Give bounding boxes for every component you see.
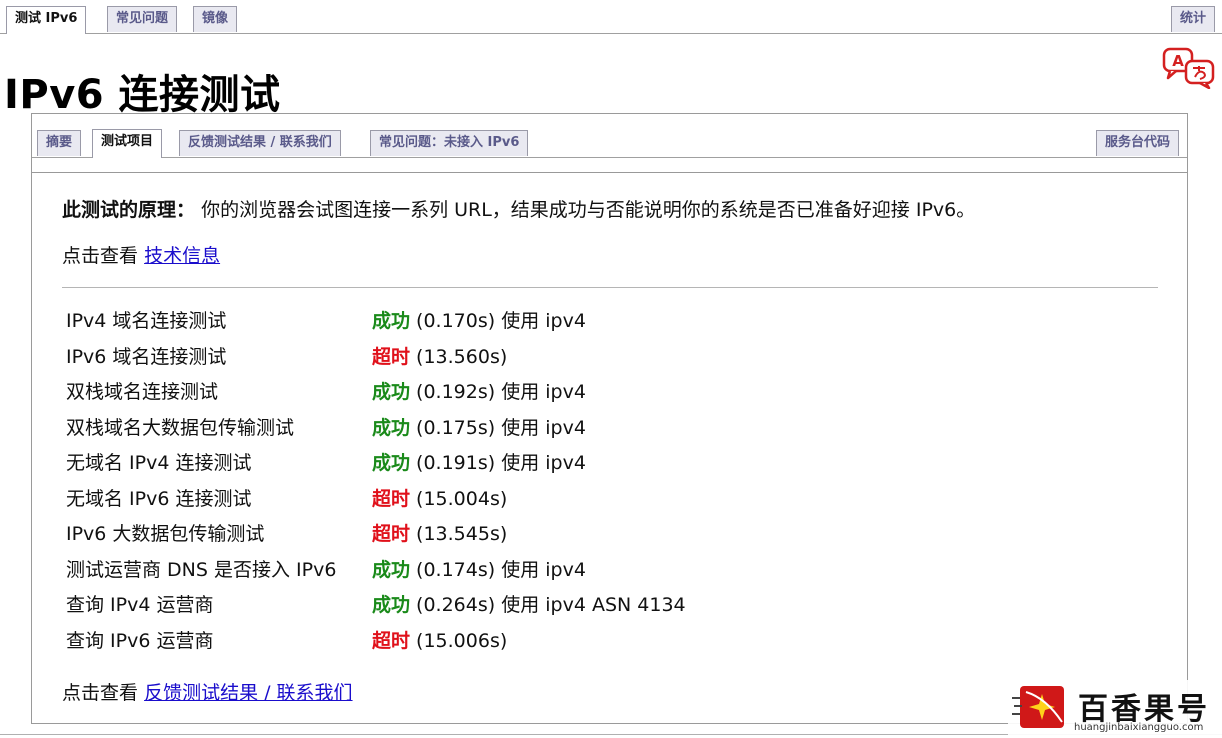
result-row: 双栈域名连接测试 成功 (0.192s) 使用 ipv4: [66, 373, 686, 409]
result-row: 无域名 IPv6 连接测试 超时 (15.004s): [66, 480, 686, 516]
result-test-name: 双栈域名连接测试: [66, 381, 219, 404]
principle-body: 你的浏览器会试图连接一系列 URL，结果成功与否能说明你的系统是否已准备好迎接 …: [201, 199, 976, 221]
result-detail: (0.264s) 使用 ipv4 ASN 4134: [410, 594, 686, 617]
result-test-name: 测试运营商 DNS 是否接入 IPv6: [66, 558, 337, 581]
result-status: 超时: [372, 345, 411, 368]
tab-helpdesk-code[interactable]: 服务台代码: [1095, 130, 1179, 156]
divider: [62, 287, 1158, 288]
tab-feedback[interactable]: 反馈测试结果 / 联系我们: [179, 130, 341, 156]
result-outcome: 超时 (15.006s): [372, 622, 686, 658]
result-status: 成功: [372, 416, 411, 439]
result-row: IPv6 大数据包传输测试 超时 (13.545s): [66, 515, 686, 551]
principle-label: 此测试的原理：: [62, 199, 196, 221]
result-outcome: 成功 (0.191s) 使用 ipv4: [372, 444, 686, 480]
watermark: 百香果号 huangjinbaixiangguo.com: [1008, 680, 1222, 738]
result-test-name: 查询 IPv6 运营商: [66, 629, 214, 652]
result-detail: (13.545s): [410, 523, 508, 546]
result-outcome: 超时 (15.004s): [372, 480, 686, 516]
result-detail: (0.191s) 使用 ipv4: [410, 452, 586, 475]
feedback-line: 点击查看 反馈测试结果 / 联系我们: [62, 679, 353, 707]
svg-text:A: A: [1172, 52, 1184, 70]
result-status: 成功: [372, 452, 411, 475]
tech-info-link[interactable]: 技术信息: [144, 245, 220, 267]
tab-mirror[interactable]: 镜像: [193, 6, 238, 32]
result-detail: (0.170s) 使用 ipv4: [410, 310, 586, 333]
result-detail: (15.004s): [410, 487, 508, 510]
result-outcome: 超时 (13.545s): [372, 515, 686, 551]
result-test-name: IPv6 大数据包传输测试: [66, 523, 265, 546]
result-outcome: 成功 (0.264s) 使用 ipv4 ASN 4134: [372, 586, 686, 622]
principle-text: 此测试的原理： 你的浏览器会试图连接一系列 URL，结果成功与否能说明你的系统是…: [62, 196, 1162, 224]
result-outcome: 成功 (0.175s) 使用 ipv4: [372, 409, 686, 445]
result-test-name: 双栈域名大数据包传输测试: [66, 416, 295, 439]
result-status: 成功: [372, 594, 411, 617]
result-test-name: 无域名 IPv6 连接测试: [66, 487, 252, 510]
result-detail: (0.192s) 使用 ipv4: [410, 381, 586, 404]
star-logo-icon: [1012, 686, 1064, 728]
result-status: 成功: [372, 558, 411, 581]
test-content: 此测试的原理： 你的浏览器会试图连接一系列 URL，结果成功与否能说明你的系统是…: [62, 196, 1162, 657]
result-outcome: 成功 (0.192s) 使用 ipv4: [372, 373, 686, 409]
tab-faq[interactable]: 常见问题: [107, 6, 178, 32]
tab-test-ipv6[interactable]: 测试 IPv6: [6, 6, 87, 34]
feedback-link[interactable]: 反馈测试结果 / 联系我们: [144, 682, 352, 704]
result-detail: (13.560s): [410, 345, 508, 368]
result-row: 无域名 IPv4 连接测试 成功 (0.191s) 使用 ipv4: [66, 444, 686, 480]
watermark-url: huangjinbaixiangguo.com: [1074, 722, 1204, 733]
translate-icon[interactable]: A: [1162, 47, 1216, 89]
result-status: 超时: [372, 629, 411, 652]
top-tab-bar: 测试 IPv6 常见问题 镜像 统计: [0, 0, 1222, 34]
result-row: 测试运营商 DNS 是否接入 IPv6 成功 (0.174s) 使用 ipv4: [66, 551, 686, 587]
result-row: IPv4 域名连接测试 成功 (0.170s) 使用 ipv4: [66, 302, 686, 338]
result-status: 成功: [372, 381, 411, 404]
test-panel: 摘要 测试项目 反馈测试结果 / 联系我们 常见问题：未接入 IPv6 服务台代…: [31, 113, 1188, 724]
result-row: IPv6 域名连接测试 超时 (13.560s): [66, 338, 686, 374]
tab-summary[interactable]: 摘要: [37, 130, 82, 156]
page-title: IPv6 连接测试: [4, 72, 281, 118]
result-outcome: 超时 (13.560s): [372, 338, 686, 374]
tab-test-items[interactable]: 测试项目: [92, 129, 163, 158]
divider: [32, 172, 1187, 173]
result-row: 双栈域名大数据包传输测试 成功 (0.175s) 使用 ipv4: [66, 409, 686, 445]
result-status: 成功: [372, 310, 411, 333]
result-detail: (15.006s): [410, 629, 508, 652]
result-detail: (0.174s) 使用 ipv4: [410, 558, 586, 581]
tab-stats[interactable]: 统计: [1170, 6, 1215, 32]
tech-info-prefix: 点击查看: [62, 245, 139, 267]
result-test-name: IPv4 域名连接测试: [66, 310, 227, 333]
results-table: IPv4 域名连接测试 成功 (0.170s) 使用 ipv4 IPv6 域名连接测…: [66, 302, 686, 657]
tech-info-line: 点击查看 技术信息: [62, 242, 1162, 270]
result-outcome: 成功 (0.174s) 使用 ipv4: [372, 551, 686, 587]
result-test-name: 查询 IPv4 运营商: [66, 594, 214, 617]
tab-faq-no-ipv6[interactable]: 常见问题：未接入 IPv6: [370, 130, 529, 156]
result-row: 查询 IPv6 运营商 超时 (15.006s): [66, 622, 686, 658]
sub-tab-bar: 摘要 测试项目 反馈测试结果 / 联系我们 常见问题：未接入 IPv6 服务台代…: [32, 114, 1187, 158]
result-outcome: 成功 (0.170s) 使用 ipv4: [372, 302, 686, 338]
result-test-name: IPv6 域名连接测试: [66, 345, 227, 368]
feedback-prefix: 点击查看: [62, 682, 139, 704]
result-test-name: 无域名 IPv4 连接测试: [66, 452, 252, 475]
result-status: 超时: [372, 523, 411, 546]
result-status: 超时: [372, 487, 411, 510]
result-detail: (0.175s) 使用 ipv4: [410, 416, 586, 439]
result-row: 查询 IPv4 运营商 成功 (0.264s) 使用 ipv4 ASN 4134: [66, 586, 686, 622]
